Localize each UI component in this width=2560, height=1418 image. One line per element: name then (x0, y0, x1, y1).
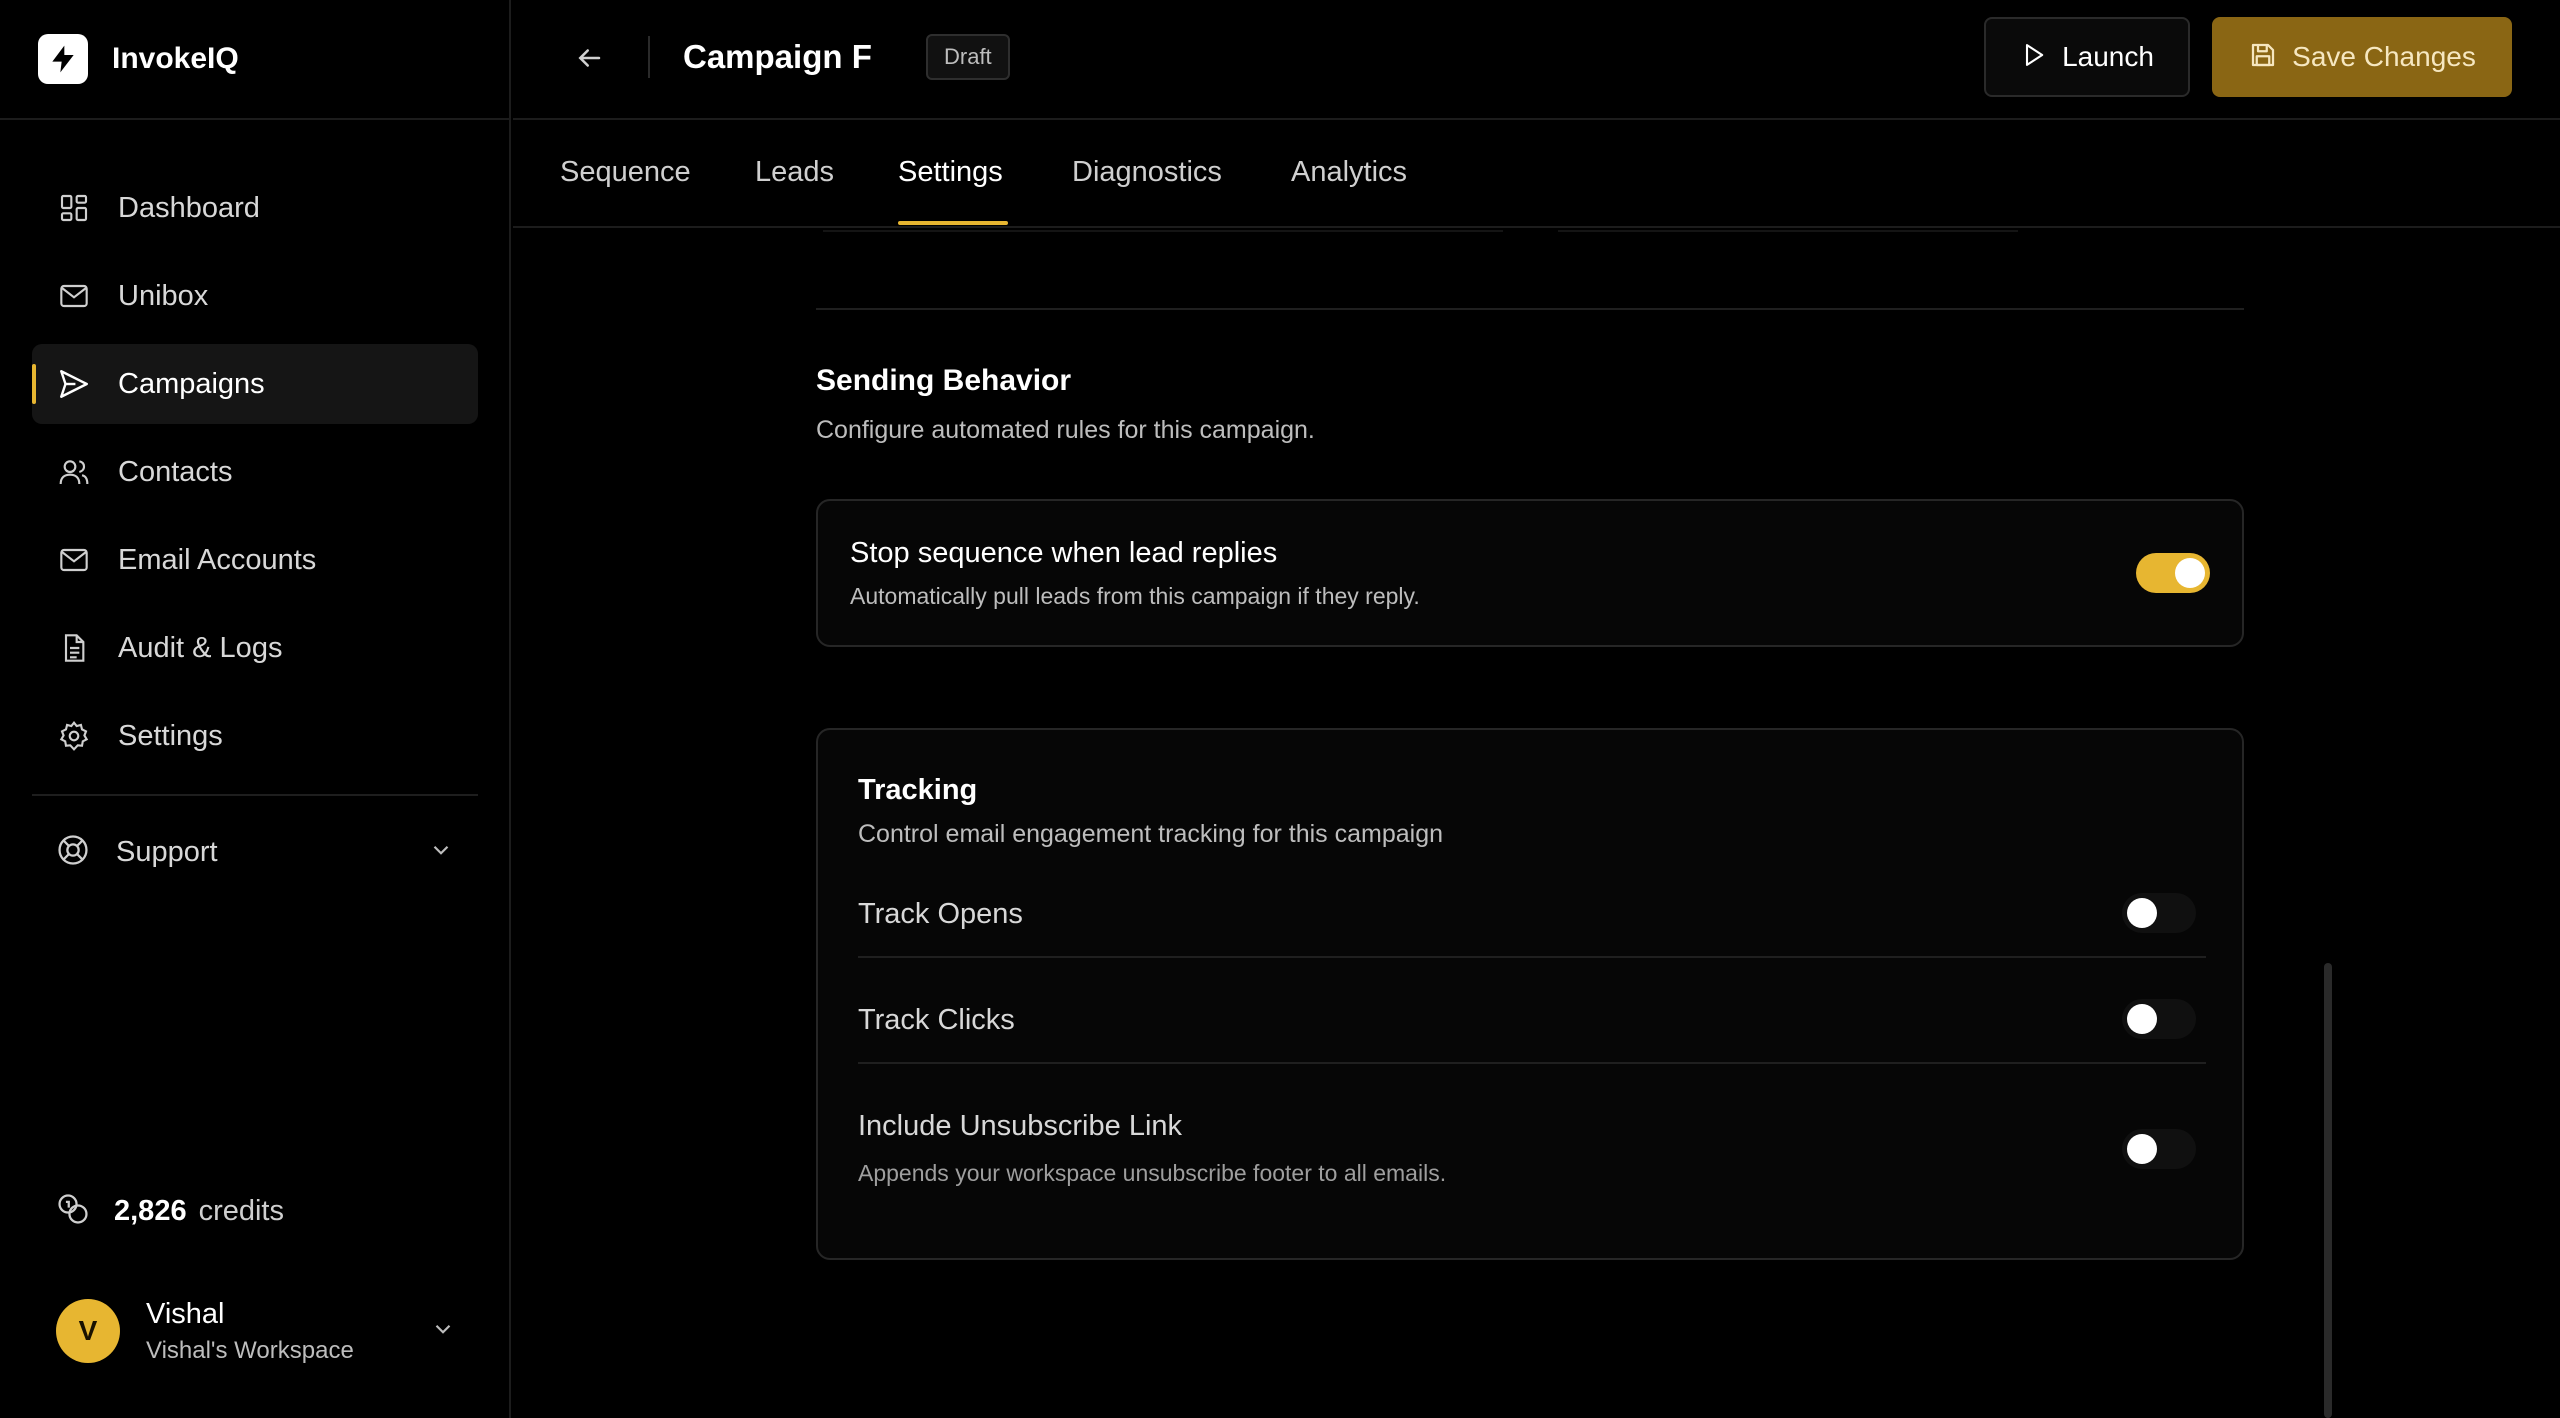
tracking-card: Tracking Control email engagement tracki… (816, 728, 2244, 1260)
app-root: InvokeIQ Dashboard Unibox Campaigns Cont… (0, 0, 2560, 1418)
user-workspace: Vishal's Workspace (146, 1336, 354, 1364)
section-description: Configure automated rules for this campa… (816, 416, 1315, 444)
credits-display: 2,826 credits (56, 1192, 284, 1231)
toggle-knob (2127, 898, 2157, 928)
sidebar-item-email-accounts[interactable]: Email Accounts (32, 520, 478, 600)
launch-button[interactable]: Launch (1984, 17, 2190, 97)
track-opens-label: Track Opens (858, 898, 1023, 930)
active-tab-indicator (898, 221, 1008, 225)
arrow-left-icon (574, 43, 604, 78)
launch-label: Launch (2062, 41, 2154, 72)
gear-icon (56, 718, 92, 754)
sidebar-item-label: Email Accounts (118, 543, 317, 576)
bolt-logo-icon (38, 34, 88, 84)
send-icon (56, 366, 92, 402)
chevron-down-icon (428, 837, 454, 868)
page-header: Campaign F Draft Launch Save Changes (513, 0, 2560, 120)
campaign-tabs: Sequence Leads Settings Diagnostics Anal… (513, 122, 2560, 228)
sidebar: InvokeIQ Dashboard Unibox Campaigns Cont… (0, 0, 511, 1418)
support-label: Support (116, 835, 218, 868)
mail-icon (56, 278, 92, 314)
tab-analytics[interactable]: Analytics (1291, 156, 1407, 189)
sidebar-item-contacts[interactable]: Contacts (32, 432, 478, 512)
scrolled-divider (823, 230, 1503, 232)
sidebar-item-label: Dashboard (118, 191, 260, 224)
user-name: Vishal (146, 1297, 225, 1330)
toggle-knob (2127, 1134, 2157, 1164)
row-divider (858, 956, 2206, 958)
user-info: Vishal Vishal's Workspace (146, 1298, 430, 1365)
section-title: Sending Behavior (816, 364, 1072, 397)
user-menu[interactable]: V Vishal Vishal's Workspace (56, 1296, 456, 1366)
stop-on-reply-toggle[interactable] (2136, 553, 2210, 593)
row-divider (858, 1062, 2206, 1064)
lifebuoy-icon (56, 833, 90, 872)
unsubscribe-link-description: Appends your workspace unsubscribe foote… (858, 1160, 1447, 1186)
sidebar-item-label: Audit & Logs (118, 631, 283, 664)
header-divider (648, 36, 650, 78)
avatar: V (56, 1299, 120, 1363)
file-icon (56, 630, 92, 666)
sidebar-nav: Dashboard Unibox Campaigns Contacts Emai… (32, 168, 478, 784)
sidebar-item-support[interactable]: Support (32, 812, 478, 892)
toggle-knob (2127, 1004, 2157, 1034)
stop-on-reply-card: Stop sequence when lead replies Automati… (816, 499, 2244, 647)
scrollbar-thumb[interactable] (2324, 963, 2332, 1418)
setting-description: Automatically pull leads from this campa… (850, 583, 1420, 609)
sidebar-item-unibox[interactable]: Unibox (32, 256, 478, 336)
credits-unit: credits (198, 1195, 284, 1227)
toggle-knob (2175, 558, 2205, 588)
floppy-save-icon (2248, 40, 2278, 75)
track-opens-toggle[interactable] (2122, 893, 2196, 933)
play-icon (2020, 41, 2048, 74)
settings-content: Sending Behavior Configure automated rul… (513, 230, 2560, 1418)
sidebar-item-settings[interactable]: Settings (32, 696, 478, 776)
status-badge: Draft (926, 34, 1010, 80)
brand-name: InvokeIQ (112, 42, 239, 75)
tab-leads[interactable]: Leads (755, 156, 834, 189)
mail-icon (56, 542, 92, 578)
setting-title: Stop sequence when lead replies (850, 537, 1278, 569)
sidebar-item-label: Campaigns (118, 367, 265, 400)
credits-value: 2,826 (114, 1195, 187, 1227)
unsubscribe-link-toggle[interactable] (2122, 1129, 2196, 1169)
track-clicks-label: Track Clicks (858, 1004, 1015, 1036)
sidebar-item-dashboard[interactable]: Dashboard (32, 168, 478, 248)
save-button[interactable]: Save Changes (2212, 17, 2512, 97)
page-title: Campaign F (683, 38, 872, 75)
tracking-title: Tracking (858, 774, 978, 806)
sidebar-item-label: Contacts (118, 455, 233, 488)
users-icon (56, 454, 92, 490)
brand[interactable]: InvokeIQ (0, 0, 509, 120)
sidebar-item-label: Unibox (118, 279, 209, 312)
chevron-down-icon (430, 1316, 456, 1347)
section-divider (816, 308, 2244, 310)
back-button[interactable] (569, 40, 609, 80)
tab-diagnostics[interactable]: Diagnostics (1072, 156, 1222, 189)
tab-sequence[interactable]: Sequence (560, 156, 691, 189)
sidebar-item-campaigns[interactable]: Campaigns (32, 344, 478, 424)
track-clicks-toggle[interactable] (2122, 999, 2196, 1039)
save-label: Save Changes (2292, 41, 2476, 72)
coins-icon (56, 1192, 90, 1231)
sidebar-item-label: Settings (118, 719, 223, 752)
unsubscribe-link-label: Include Unsubscribe Link (858, 1110, 1183, 1142)
scrolled-divider (1558, 230, 2018, 232)
tab-settings[interactable]: Settings (898, 156, 1003, 189)
grid-icon (56, 190, 92, 226)
sidebar-item-audit-logs[interactable]: Audit & Logs (32, 608, 478, 688)
sidebar-divider (32, 794, 478, 796)
tracking-description: Control email engagement tracking for th… (858, 820, 1444, 848)
